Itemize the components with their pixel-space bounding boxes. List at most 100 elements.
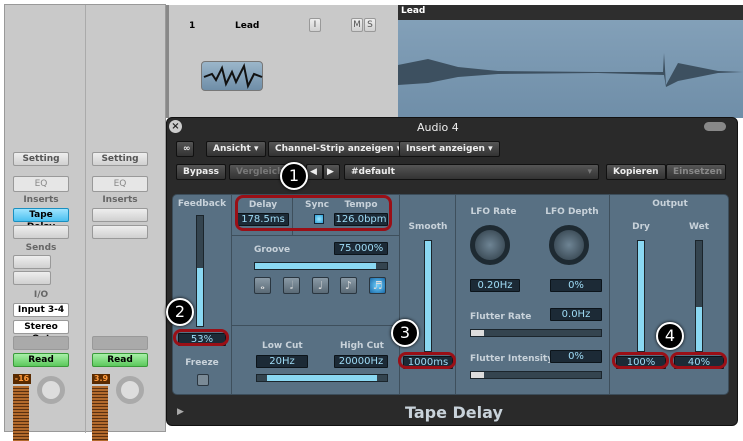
freeze-label: Freeze [185, 358, 219, 368]
group-slot[interactable] [13, 336, 69, 350]
half-note-button[interactable]: 𝅗𝅥 [283, 277, 300, 294]
highlight-smooth [398, 352, 456, 369]
previous-preset-button[interactable]: ◀ [306, 164, 323, 180]
annotation-badge-4: 4 [656, 322, 684, 350]
audio-region[interactable]: Lead [398, 5, 743, 118]
lfo-rate-knob[interactable] [470, 225, 510, 265]
mute-button[interactable]: M [351, 18, 363, 32]
insert-menu[interactable]: Insert anzeigen ▾ [399, 141, 500, 157]
groove-label: Groove [254, 245, 291, 255]
track-header[interactable]: 1 Lead I M S [166, 5, 398, 118]
link-icon[interactable]: ∞ [176, 141, 194, 157]
dry-fill [638, 241, 644, 351]
note-value-buttons: 𝅝 𝅗𝅥 ♩ ♪ ♬ [254, 277, 390, 297]
annotation-badge-2: 2 [166, 298, 194, 326]
inserts-label: Inserts [23, 195, 59, 205]
automation-read-button[interactable]: Read [13, 353, 69, 367]
pan-knob[interactable] [116, 376, 144, 404]
wet-label: Wet [688, 222, 709, 232]
close-icon[interactable]: × [169, 120, 182, 133]
flutter-intensity-thumb [471, 372, 484, 378]
flutter-intensity-value[interactable]: 0% [550, 350, 602, 363]
lfo-rate-value[interactable]: 0.20Hz [470, 279, 520, 292]
highlight-dry [612, 352, 669, 369]
expand-triangle-icon[interactable]: ▶ [177, 407, 184, 417]
setting-button[interactable]: Setting [92, 152, 148, 166]
insert-slot-tape-delay[interactable]: Tape Delay [13, 208, 69, 232]
insert-slot-empty[interactable] [92, 225, 148, 239]
pan-knob[interactable] [37, 376, 65, 404]
lfo-depth-value[interactable]: 0% [550, 279, 602, 292]
bypass-button[interactable]: Bypass [176, 164, 226, 180]
low-cut-value[interactable]: 20Hz [256, 355, 308, 368]
dry-label: Dry [632, 222, 650, 232]
freeze-checkbox[interactable] [197, 374, 209, 386]
groove-value[interactable]: 75.000% [334, 242, 388, 255]
eq-display[interactable]: EQ [92, 176, 148, 192]
output-label: Output [652, 199, 688, 209]
automation-read-button[interactable]: Read [92, 353, 148, 367]
level-meter [13, 386, 29, 441]
flutter-rate-value[interactable]: 0.0Hz [550, 308, 602, 321]
high-cut-value[interactable]: 20000Hz [334, 355, 388, 368]
view-menu-label: Ansicht [213, 144, 251, 154]
window-title: Audio 4 [417, 121, 459, 134]
channel-strip-menu[interactable]: Channel-Strip anzeigen ▾ [268, 141, 409, 157]
eighth-note-button[interactable]: ♪ [340, 277, 357, 294]
flutter-rate-label: Flutter Rate [470, 312, 532, 322]
region-name: Lead [401, 6, 426, 16]
output-button[interactable]: Stereo Out [13, 320, 69, 344]
peak-meter-value: -16 [13, 374, 31, 384]
eq-display[interactable]: EQ [13, 176, 69, 192]
inserts-label: Inserts [102, 195, 138, 205]
annotation-badge-3: 3 [391, 319, 419, 347]
sixteenth-note-button[interactable]: ♬ [369, 277, 386, 294]
smooth-fill [425, 241, 431, 351]
wet-slider[interactable] [695, 240, 703, 352]
wet-fill [696, 307, 702, 351]
strip-divider [85, 5, 86, 433]
io-label: I/O [33, 290, 49, 300]
highlight-feedback [173, 329, 229, 346]
track-number: 1 [189, 21, 196, 31]
smooth-slider[interactable] [424, 240, 432, 352]
flutter-rate-thumb [471, 330, 484, 336]
flutter-rate-slider[interactable] [470, 329, 602, 337]
lfo-depth-knob[interactable] [549, 225, 589, 265]
solo-button[interactable]: S [364, 18, 376, 32]
setting-button[interactable]: Setting [13, 152, 69, 166]
track-name[interactable]: Lead [235, 21, 259, 31]
annotation-badge-1: 1 [280, 162, 308, 190]
input-monitor-button[interactable]: I [309, 18, 321, 32]
low-cut-label: Low Cut [262, 341, 303, 351]
region-header: Lead [398, 5, 743, 20]
insert-slot-empty[interactable] [92, 208, 148, 222]
copy-button[interactable]: Kopieren [606, 164, 666, 180]
dry-slider[interactable] [637, 240, 645, 352]
send-slot[interactable] [13, 271, 51, 285]
quarter-note-button[interactable]: ♩ [312, 277, 329, 294]
preset-menu[interactable]: #default ▾ [344, 164, 599, 180]
lfo-section: LFO Rate LFO Depth 0.20Hz 0% Flutter Rat… [455, 195, 609, 394]
mixer: Setting EQ Inserts Tape Delay Sends I/O … [4, 4, 166, 441]
groove-slider[interactable] [254, 262, 388, 270]
paste-button[interactable]: Einsetzen [666, 164, 726, 180]
feedback-slider[interactable] [196, 215, 204, 327]
waveform [398, 53, 743, 87]
toolbar-toggle-button[interactable] [704, 122, 726, 131]
input-button[interactable]: Input 3-4 [13, 303, 69, 317]
lfo-rate-label: LFO Rate [470, 207, 517, 217]
whole-note-button[interactable]: 𝅝 [254, 277, 271, 294]
highlight-wet [670, 352, 727, 369]
level-meter [92, 386, 108, 441]
next-preset-button[interactable]: ▶ [323, 164, 340, 180]
send-slot[interactable] [13, 255, 51, 269]
flutter-intensity-slider[interactable] [470, 371, 602, 379]
lfo-depth-label: LFO Depth [545, 207, 599, 217]
peak-meter-value: 3.9 [92, 374, 110, 384]
cut-range-slider[interactable] [256, 374, 388, 382]
group-slot[interactable] [92, 336, 148, 350]
feedback-fill [197, 267, 203, 326]
view-menu[interactable]: Ansicht ▾ [206, 141, 266, 157]
insert-slot-empty[interactable] [13, 225, 69, 239]
